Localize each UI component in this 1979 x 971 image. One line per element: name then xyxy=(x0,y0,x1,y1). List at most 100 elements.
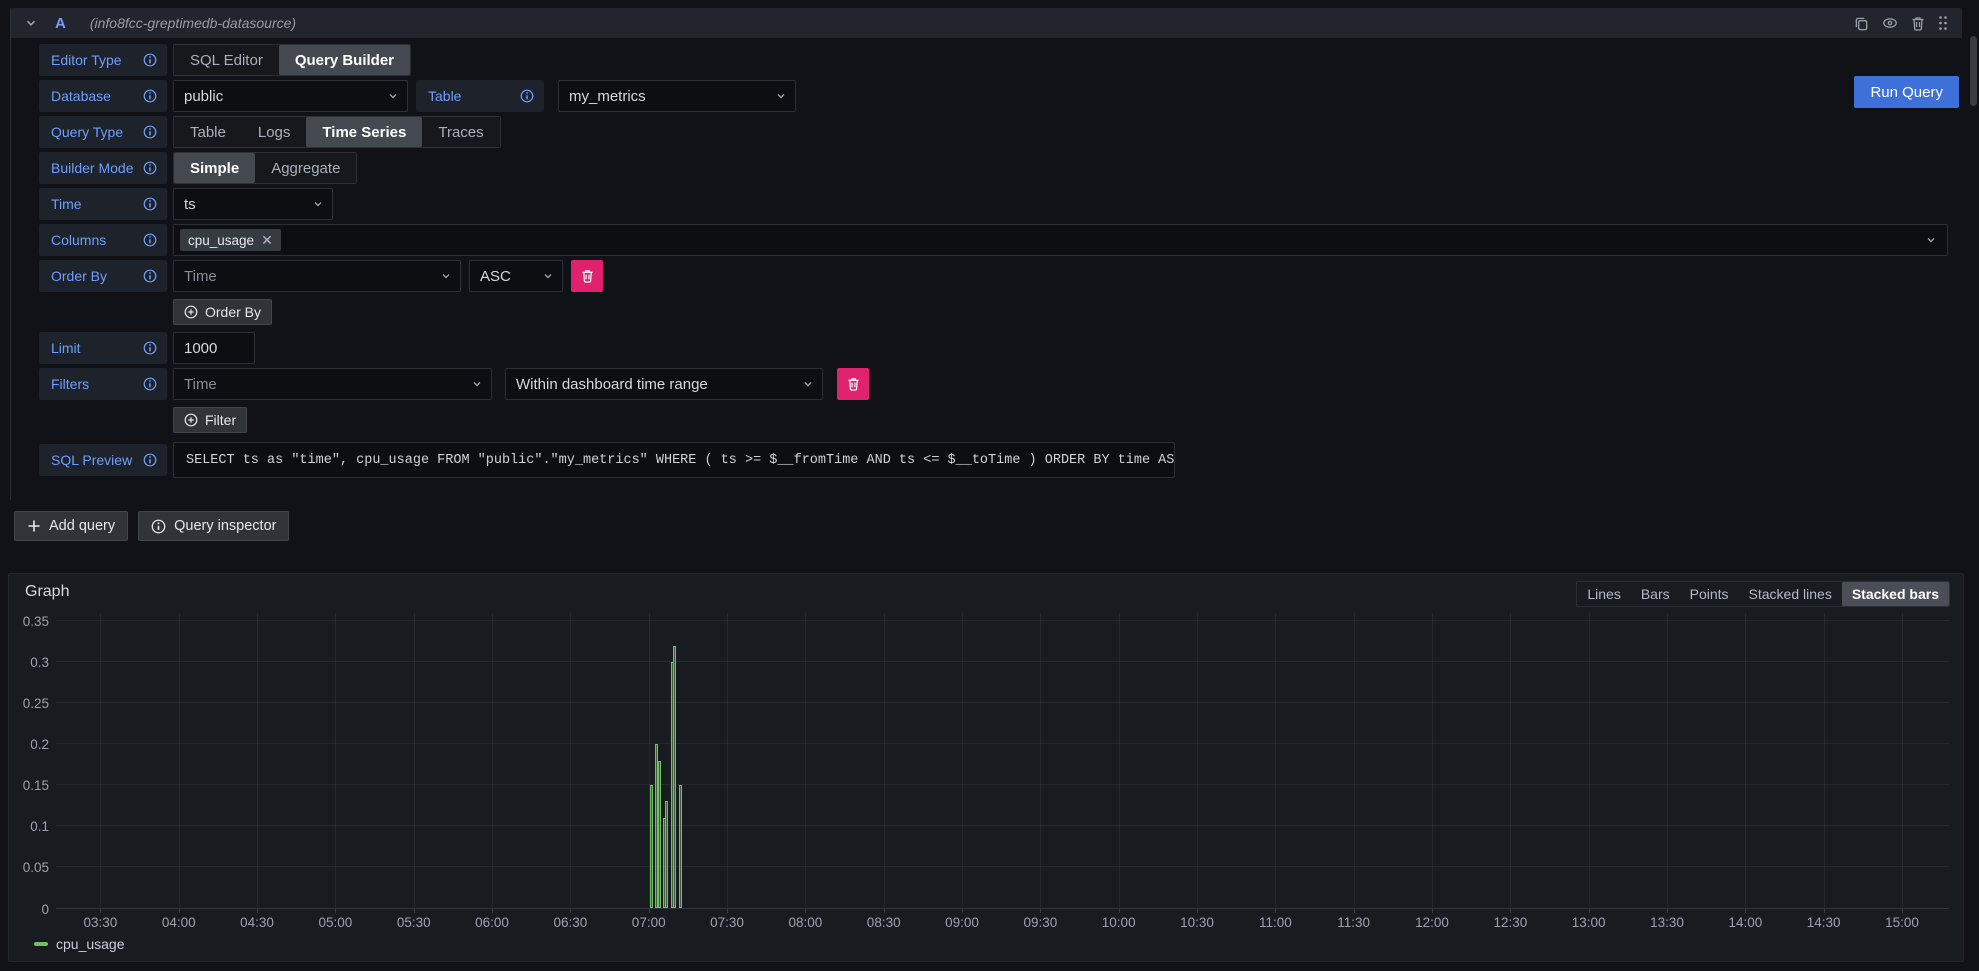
info-icon[interactable] xyxy=(143,197,157,211)
editor-type-row: Editor Type SQL EditorQuery Builder xyxy=(39,44,1948,76)
field-label-query-type: Query Type xyxy=(39,116,167,148)
x-tick-label: 09:30 xyxy=(1023,915,1057,930)
option-stacked-lines[interactable]: Stacked lines xyxy=(1739,582,1842,606)
order-by-column-select[interactable]: Time xyxy=(173,260,461,292)
info-icon[interactable] xyxy=(143,53,157,67)
info-icon[interactable] xyxy=(143,125,157,139)
datasource-hint: (info8fcc-greptimedb-datasource) xyxy=(90,15,296,31)
gridline xyxy=(56,702,1949,703)
option-bars[interactable]: Bars xyxy=(1631,582,1680,606)
x-tick-label: 08:00 xyxy=(788,915,822,930)
remove-tag-icon[interactable]: ✕ xyxy=(261,233,273,247)
order-by-row: Order By Time ASC xyxy=(39,260,1948,292)
x-tick-mark xyxy=(649,909,650,913)
option-sql-editor[interactable]: SQL Editor xyxy=(174,45,279,75)
option-aggregate[interactable]: Aggregate xyxy=(255,153,356,183)
remove-filter-button[interactable] xyxy=(837,368,869,400)
bar-cpu_usage[interactable] xyxy=(650,785,653,908)
collapse-chevron-icon[interactable] xyxy=(25,17,37,29)
filter-column-select[interactable]: Time xyxy=(173,368,492,400)
gridline xyxy=(1510,613,1511,908)
run-query-button[interactable]: Run Query xyxy=(1854,76,1959,108)
delete-query-icon[interactable] xyxy=(1911,16,1925,31)
remove-order-by-button[interactable] xyxy=(571,260,603,292)
x-tick-label: 05:00 xyxy=(318,915,352,930)
option-stacked-bars[interactable]: Stacked bars xyxy=(1842,582,1949,606)
x-tick-label: 13:00 xyxy=(1572,915,1606,930)
info-icon[interactable] xyxy=(143,453,157,467)
builder-mode-toggle: SimpleAggregate xyxy=(173,152,357,184)
column-tag-cpu-usage: cpu_usage ✕ xyxy=(180,229,281,251)
chart-plot-area[interactable] xyxy=(56,613,1949,909)
option-simple[interactable]: Simple xyxy=(174,153,255,183)
option-traces[interactable]: Traces xyxy=(422,117,499,147)
legend-label: cpu_usage xyxy=(56,936,125,952)
gridline xyxy=(962,613,963,908)
option-table[interactable]: Table xyxy=(174,117,242,147)
database-select[interactable]: public xyxy=(173,80,408,112)
x-tick-label: 11:30 xyxy=(1337,915,1370,930)
info-icon[interactable] xyxy=(143,89,157,103)
field-label-time: Time xyxy=(39,188,167,220)
x-tick-label: 12:00 xyxy=(1415,915,1449,930)
chevron-down-icon xyxy=(775,90,787,102)
option-query-builder[interactable]: Query Builder xyxy=(279,45,410,75)
x-tick-mark xyxy=(1589,909,1590,913)
add-query-button[interactable]: Add query xyxy=(14,511,128,541)
hide-response-eye-icon[interactable] xyxy=(1882,15,1898,31)
bar-cpu_usage[interactable] xyxy=(679,785,682,908)
info-icon[interactable] xyxy=(143,269,157,283)
field-label-table: Table xyxy=(416,80,544,112)
grafana-edit-panel: { "query_editor": { "ref_id": "A", "data… xyxy=(0,0,1979,971)
add-order-by-button[interactable]: Order By xyxy=(173,299,272,325)
filters-row: Filters Time Within dashboard time range xyxy=(39,368,1948,400)
y-tick-label: 0 xyxy=(9,902,49,916)
query-editor-body: Run Query Editor Type SQL EditorQuery Bu… xyxy=(11,38,1962,500)
option-lines[interactable]: Lines xyxy=(1577,582,1630,606)
gridline xyxy=(1432,613,1433,908)
query-inspector-button[interactable]: Query inspector xyxy=(138,511,289,541)
display-mode-toggle: LinesBarsPointsStacked linesStacked bars xyxy=(1576,581,1950,607)
drag-handle-icon[interactable] xyxy=(1938,15,1948,31)
database-table-row: Database public Table my_metrics xyxy=(39,80,1948,112)
time-column-select[interactable]: ts xyxy=(173,188,333,220)
info-icon[interactable] xyxy=(143,377,157,391)
y-tick-label: 0.05 xyxy=(9,861,49,875)
x-tick-label: 14:30 xyxy=(1807,915,1841,930)
bar-cpu_usage[interactable] xyxy=(673,646,676,908)
option-logs[interactable]: Logs xyxy=(242,117,307,147)
gridline xyxy=(179,613,180,908)
bar-cpu_usage[interactable] xyxy=(665,801,668,908)
field-label-builder-mode: Builder Mode xyxy=(39,152,167,184)
x-tick-mark xyxy=(1510,909,1511,913)
x-tick-mark xyxy=(179,909,180,913)
scrollbar-thumb[interactable] xyxy=(1970,36,1977,106)
option-time-series[interactable]: Time Series xyxy=(306,117,422,147)
info-icon[interactable] xyxy=(143,341,157,355)
add-filter-button[interactable]: Filter xyxy=(173,407,247,433)
option-points[interactable]: Points xyxy=(1680,582,1739,606)
info-icon[interactable] xyxy=(520,89,534,103)
field-label-database: Database xyxy=(39,80,167,112)
x-tick-label: 04:00 xyxy=(162,915,196,930)
gridline xyxy=(56,620,1949,621)
limit-input[interactable] xyxy=(173,332,255,364)
x-tick-label: 11:00 xyxy=(1259,915,1292,930)
field-label-columns: Columns xyxy=(39,224,167,256)
gridline xyxy=(727,613,728,908)
bar-cpu_usage[interactable] xyxy=(658,761,661,909)
gridline xyxy=(414,613,415,908)
info-icon[interactable] xyxy=(143,161,157,175)
legend-item-cpu-usage[interactable]: cpu_usage xyxy=(34,936,125,952)
order-by-direction-select[interactable]: ASC xyxy=(469,260,563,292)
add-order-by-row: Order By xyxy=(173,296,1948,328)
filter-condition-select[interactable]: Within dashboard time range xyxy=(505,368,823,400)
panel-title: Graph xyxy=(25,583,69,601)
x-tick-label: 10:00 xyxy=(1102,915,1136,930)
table-select[interactable]: my_metrics xyxy=(558,80,796,112)
info-icon[interactable] xyxy=(143,233,157,247)
columns-multiselect[interactable]: cpu_usage ✕ xyxy=(173,224,1948,256)
duplicate-query-icon[interactable] xyxy=(1854,16,1869,31)
query-row-header[interactable]: A (info8fcc-greptimedb-datasource) xyxy=(11,8,1962,38)
query-type-toggle: TableLogsTime SeriesTraces xyxy=(173,116,501,148)
